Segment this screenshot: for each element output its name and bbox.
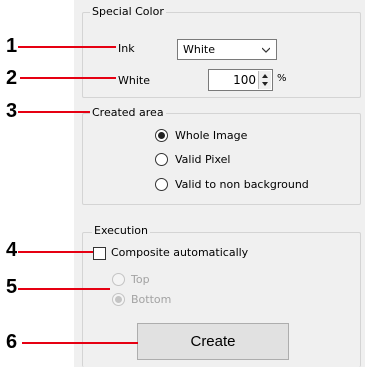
radio-whole-image-label[interactable]: Whole Image <box>175 129 247 143</box>
callout-line-2 <box>20 77 116 79</box>
white-percent-stepper[interactable]: 100 <box>208 69 273 91</box>
callout-line-3 <box>18 111 90 113</box>
special-color-title: Special Color <box>90 5 166 19</box>
callout-line-4 <box>18 251 93 253</box>
radio-valid-to-non-background-label[interactable]: Valid to non background <box>175 178 309 192</box>
callout-5: 5 <box>6 276 18 298</box>
callout-6: 6 <box>6 331 18 353</box>
radio-valid-to-non-background[interactable] <box>155 178 168 191</box>
radio-bottom[interactable] <box>112 293 125 306</box>
chevron-down-icon <box>262 47 270 53</box>
ink-select[interactable]: White <box>177 39 277 60</box>
composite-label[interactable]: Composite automatically <box>111 246 248 260</box>
callout-4: 4 <box>6 239 18 261</box>
callout-2: 2 <box>6 67 18 89</box>
white-percent-unit: % <box>277 73 287 84</box>
created-area-title: Created area <box>90 106 166 120</box>
radio-bottom-label[interactable]: Bottom <box>131 293 171 307</box>
ink-select-value: White <box>183 43 215 56</box>
radio-whole-image[interactable] <box>155 129 168 142</box>
stepper-down-icon[interactable] <box>262 82 268 86</box>
callout-3: 3 <box>6 100 18 122</box>
create-button[interactable]: Create <box>137 323 289 360</box>
composite-checkbox[interactable] <box>93 247 106 260</box>
radio-valid-pixel[interactable] <box>155 153 168 166</box>
radio-top-label[interactable]: Top <box>131 273 150 287</box>
callout-line-1 <box>18 46 116 48</box>
ink-label: Ink <box>118 42 135 55</box>
white-percent-value: 100 <box>233 73 256 87</box>
stepper-up-icon[interactable] <box>262 74 268 78</box>
stepper-buttons[interactable] <box>258 71 271 89</box>
radio-top[interactable] <box>112 273 125 286</box>
radio-valid-pixel-label[interactable]: Valid Pixel <box>175 153 230 167</box>
callout-line-5 <box>18 288 110 290</box>
callout-1: 1 <box>6 35 18 57</box>
execution-title: Execution <box>92 224 150 238</box>
white-label: White <box>118 74 150 87</box>
callout-line-6 <box>22 342 138 344</box>
